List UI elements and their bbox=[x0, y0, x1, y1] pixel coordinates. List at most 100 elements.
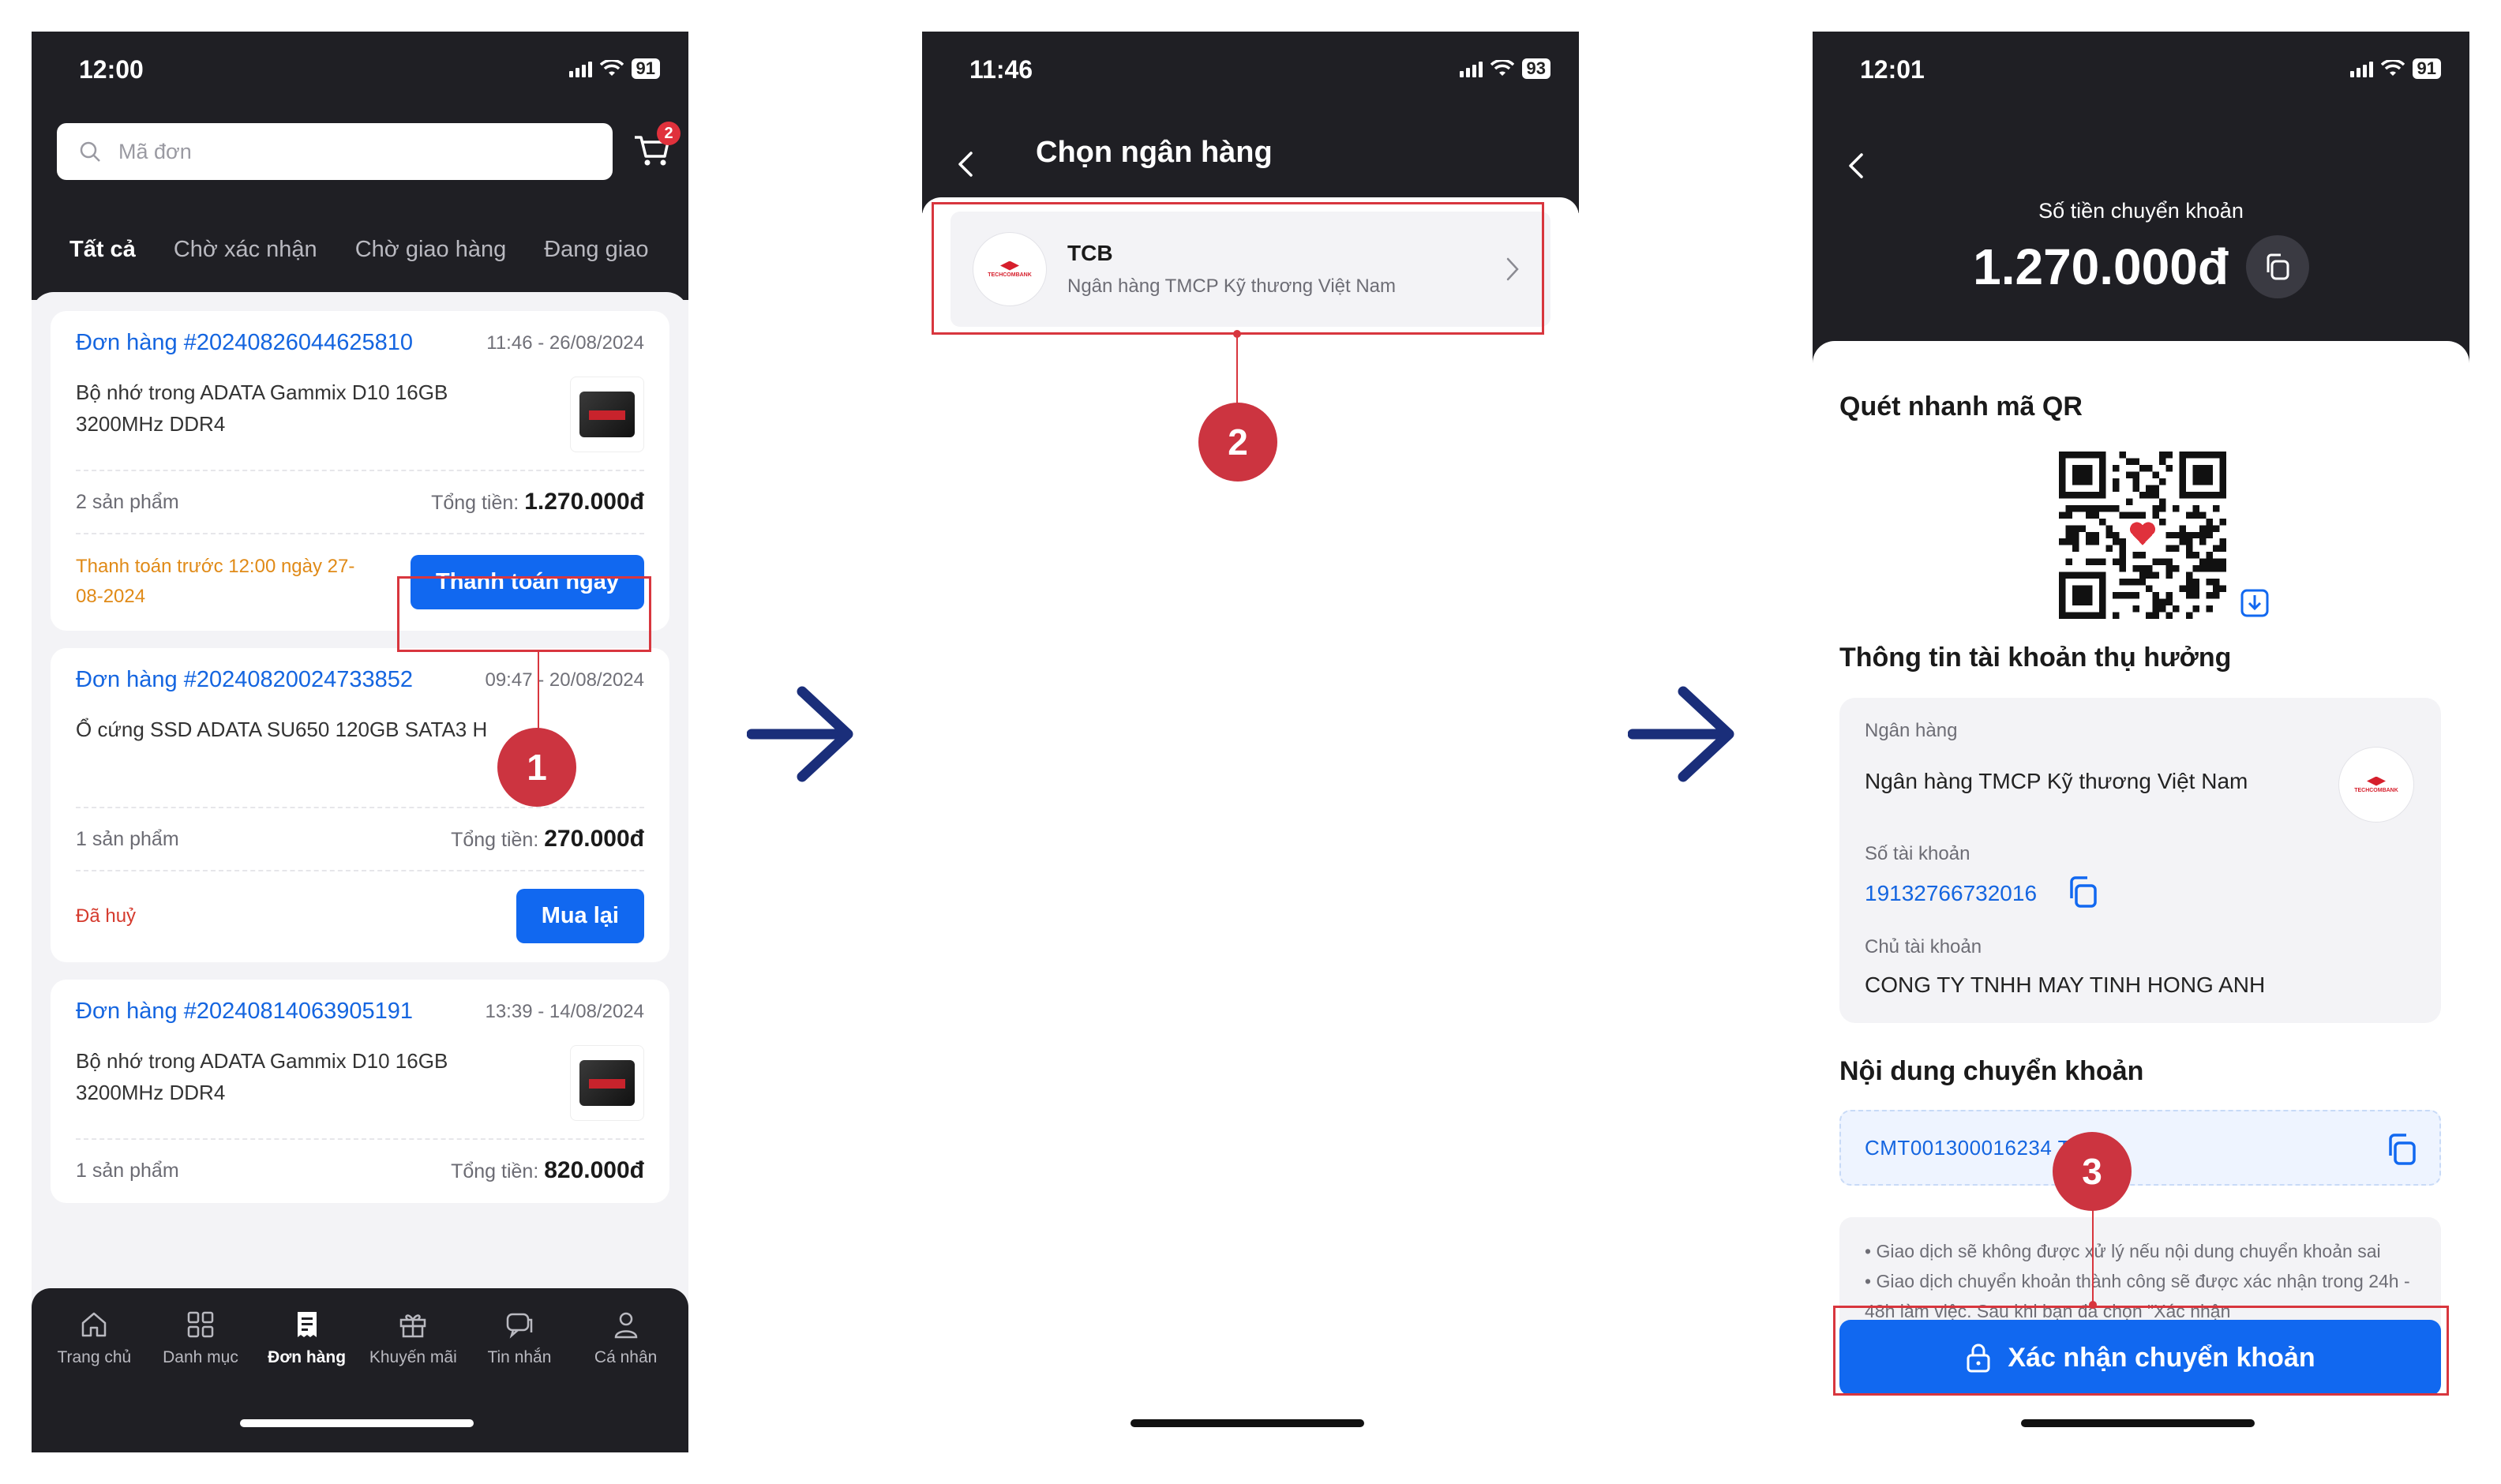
order-id[interactable]: Đơn hàng #20240826044625810 bbox=[76, 330, 413, 356]
account-owner: CONG TY TNHH MAY TINH HONG ANH bbox=[1865, 972, 2266, 997]
pay-now-button[interactable]: Thanh toán ngay bbox=[411, 554, 644, 609]
divider bbox=[76, 870, 644, 871]
nav-home[interactable]: Trang chủ bbox=[43, 1309, 145, 1367]
bank-label: Ngân hàng bbox=[1865, 720, 1958, 741]
nav-profile[interactable]: Cá nhân bbox=[575, 1309, 677, 1367]
order-card[interactable]: Đơn hàng #20240820024733852 09:47 - 20/0… bbox=[51, 648, 669, 962]
total-label: Tổng tiền: bbox=[451, 1160, 539, 1182]
bank-option-tcb[interactable]: TECHCOMBANK TCB Ngân hàng TMCP Kỹ thương… bbox=[951, 212, 1550, 327]
transfer-memo-field[interactable]: CMT001300016234 TTDH bbox=[1839, 1110, 2441, 1186]
nav-messages[interactable]: Tin nhắn bbox=[468, 1309, 571, 1367]
order-date: 13:39 - 14/08/2024 bbox=[485, 1000, 644, 1022]
battery-icon: 93 bbox=[1521, 58, 1550, 79]
order-card[interactable]: Đơn hàng #20240814063905191 13:39 - 14/0… bbox=[51, 980, 669, 1203]
tab-pending-confirm[interactable]: Chờ xác nhận bbox=[174, 237, 317, 263]
search-placeholder: Mã đơn bbox=[118, 139, 192, 163]
bank-full-name: Ngân hàng TMCP Kỹ thương Việt Nam bbox=[1067, 275, 1397, 297]
signal-icon bbox=[2349, 60, 2373, 77]
order-search-input[interactable]: Mã đơn bbox=[57, 123, 613, 180]
order-status-tabs: Tất cả Chờ xác nhận Chờ giao hàng Đang g… bbox=[69, 237, 648, 263]
wifi-icon bbox=[2380, 60, 2405, 76]
transfer-amount: 1.270.000đ bbox=[1973, 238, 2229, 295]
divider bbox=[76, 470, 644, 471]
tab-shipping[interactable]: Đang giao bbox=[544, 237, 648, 263]
nav-label: Danh mục bbox=[163, 1348, 238, 1366]
arrow-right-icon bbox=[1628, 686, 1734, 782]
product-count: 1 sản phẩm bbox=[76, 827, 179, 850]
nav-label: Khuyến mãi bbox=[369, 1348, 457, 1366]
home-indicator bbox=[2021, 1419, 2255, 1427]
nav-label: Đơn hàng bbox=[268, 1348, 347, 1366]
bank-value: Ngân hàng TMCP Kỹ thương Việt Nam bbox=[1865, 769, 2248, 793]
divider bbox=[76, 1138, 644, 1140]
order-id[interactable]: Đơn hàng #20240820024733852 bbox=[76, 667, 413, 693]
product-name: Bộ nhớ trong ADATA Gammix D10 16GB 3200M… bbox=[76, 1049, 448, 1104]
bank-list: TECHCOMBANK TCB Ngân hàng TMCP Kỹ thương… bbox=[922, 197, 1579, 1452]
note-line: • Giao dịch chuyển khoản thành công sẽ đ… bbox=[1865, 1271, 2410, 1321]
download-qr-icon[interactable] bbox=[2239, 587, 2270, 619]
battery-icon: 91 bbox=[631, 58, 660, 79]
back-chevron-icon[interactable] bbox=[954, 148, 977, 180]
amount-label: Số tiền chuyển khoản bbox=[2038, 199, 2244, 223]
chat-icon bbox=[506, 1313, 533, 1339]
user-icon bbox=[614, 1312, 637, 1339]
nav-promotions[interactable]: Khuyến mãi bbox=[362, 1309, 464, 1367]
account-number[interactable]: 19132766732016 bbox=[1865, 881, 2037, 906]
annotation-connector bbox=[1236, 335, 1238, 410]
order-total: 1.270.000đ bbox=[524, 489, 644, 515]
annotation-connector bbox=[538, 652, 539, 731]
status-bar: 11:46 93 bbox=[922, 32, 1579, 111]
tab-all[interactable]: Tất cả bbox=[69, 237, 136, 263]
order-date: 09:47 - 20/08/2024 bbox=[485, 669, 644, 691]
phone-orders-screen: 12:00 91 Mã đơn 2 Tất cả Chờ xác nhận Ch… bbox=[32, 32, 688, 1452]
status-bar: 12:01 91 bbox=[1813, 32, 2469, 111]
copy-icon bbox=[2267, 253, 2289, 280]
annotation-connector bbox=[2092, 1208, 2094, 1302]
tab-pending-delivery[interactable]: Chờ giao hàng bbox=[355, 237, 507, 263]
nav-orders[interactable]: Đơn hàng bbox=[256, 1309, 358, 1367]
copy-memo-icon[interactable] bbox=[2383, 1130, 2420, 1168]
rebuy-button[interactable]: Mua lại bbox=[516, 889, 644, 943]
order-id[interactable]: Đơn hàng #20240814063905191 bbox=[76, 999, 413, 1025]
qr-code[interactable] bbox=[2059, 452, 2226, 619]
divider bbox=[76, 807, 644, 808]
signal-icon bbox=[568, 60, 592, 77]
status-time: 12:01 bbox=[1860, 55, 1925, 84]
status-bar: 12:00 91 bbox=[32, 32, 688, 111]
order-total: 820.000đ bbox=[544, 1157, 644, 1183]
home-indicator bbox=[240, 1419, 474, 1427]
order-card[interactable]: Đơn hàng #20240826044625810 11:46 - 26/0… bbox=[51, 311, 669, 631]
page-title: Chọn ngân hàng bbox=[1036, 136, 1273, 169]
account-number-label: Số tài khoản bbox=[1865, 843, 1970, 864]
confirm-transfer-button[interactable]: Xác nhận chuyển khoản bbox=[1839, 1320, 2441, 1396]
gift-icon bbox=[400, 1314, 426, 1338]
lock-icon bbox=[1967, 1343, 1990, 1373]
total-label: Tổng tiền: bbox=[431, 492, 519, 514]
account-owner-label: Chủ tài khoản bbox=[1865, 936, 1982, 957]
product-name: Bộ nhớ trong ADATA Gammix D10 16GB 3200M… bbox=[76, 380, 448, 436]
cart-button[interactable]: 2 bbox=[632, 122, 681, 174]
techcombank-logo: TECHCOMBANK bbox=[2338, 747, 2414, 823]
wifi-icon bbox=[599, 60, 624, 76]
payment-deadline-note: Thanh toán trước 12:00 ngày 27-08-2024 bbox=[76, 556, 355, 607]
back-chevron-icon[interactable] bbox=[1844, 150, 1868, 182]
bottom-navigation: Trang chủ Danh mục Đơn hàng Khuyến mãi T… bbox=[32, 1288, 688, 1452]
arrow-right-icon bbox=[747, 686, 853, 782]
copy-account-icon[interactable] bbox=[2064, 873, 2102, 911]
copy-amount-button[interactable] bbox=[2245, 235, 2309, 298]
order-status-cancelled: Đã huỷ bbox=[76, 905, 137, 927]
order-total: 270.000đ bbox=[544, 826, 644, 852]
phone-choose-bank-screen: 11:46 93 Chọn ngân hàng TECHCOMBANK TCB … bbox=[922, 32, 1579, 1452]
grid-icon bbox=[187, 1311, 214, 1338]
phone-transfer-screen: 12:01 91 Số tiền chuyển khoản 1.270.000đ… bbox=[1813, 32, 2469, 1452]
home-icon bbox=[82, 1312, 107, 1337]
signal-icon bbox=[1459, 60, 1483, 77]
cart-badge: 2 bbox=[657, 122, 681, 145]
confirm-transfer-label: Xác nhận chuyển khoản bbox=[2008, 1342, 2315, 1373]
product-name: Ổ cứng SSD ADATA SU650 120GB SATA3 H bbox=[76, 718, 488, 741]
status-time: 12:00 bbox=[79, 55, 144, 84]
product-thumbnail bbox=[570, 377, 644, 452]
nav-label: Trang chủ bbox=[57, 1348, 132, 1366]
nav-categories[interactable]: Danh mục bbox=[149, 1309, 252, 1367]
product-count: 1 sản phẩm bbox=[76, 1159, 179, 1182]
